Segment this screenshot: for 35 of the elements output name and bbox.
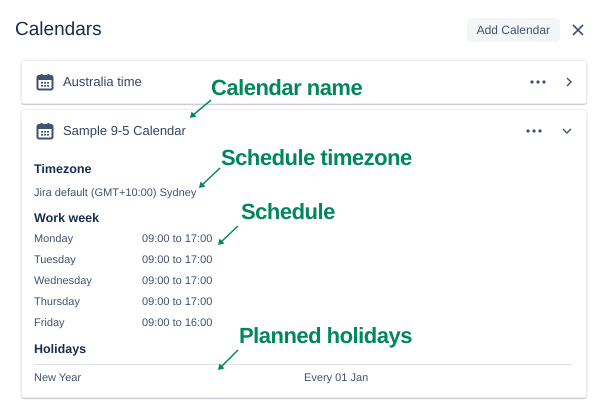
- calendar-name[interactable]: Australia time: [63, 72, 142, 92]
- hours-text: 09:00 to 16:00: [142, 316, 212, 332]
- chevron-right-icon[interactable]: [566, 77, 572, 87]
- holiday-name: New Year: [34, 370, 82, 386]
- hours-text: 09:00 to 17:00: [142, 253, 212, 268]
- chevron-down-icon[interactable]: [562, 128, 572, 134]
- section-heading: Timezone: [34, 161, 92, 178]
- calendar-icon: [36, 73, 54, 91]
- day-label: Friday: [34, 316, 66, 332]
- annotation-arrow: [218, 349, 239, 370]
- day-label: Monday: [34, 232, 74, 248]
- section-heading: Work week: [34, 210, 100, 228]
- more-icon[interactable]: [526, 129, 542, 133]
- annotation-label: Schedule timezone: [221, 144, 412, 172]
- annotation-label: Schedule: [241, 198, 335, 226]
- hours-text: 09:00 to 17:00: [142, 274, 212, 290]
- timezone-text: Jira default (GMT+10:00) Sydney: [34, 186, 196, 201]
- holiday-recurrence: Every 01 Jan: [304, 370, 368, 386]
- section-heading: Holidays: [34, 341, 86, 358]
- day-label: Wednesday: [34, 274, 93, 290]
- annotation-arrow: [190, 99, 212, 118]
- hours-text: 09:00 to 17:00: [142, 232, 212, 248]
- calendar-name[interactable]: Sample 9-5 Calendar: [63, 121, 186, 141]
- annotation-label: Planned holidays: [239, 322, 412, 350]
- more-icon[interactable]: [530, 80, 546, 84]
- close-icon[interactable]: [572, 24, 584, 36]
- dialog-title: Calendars: [15, 18, 102, 42]
- hours-text: 09:00 to 17:00: [142, 295, 212, 310]
- day-label: Tuesday: [34, 253, 77, 268]
- add-calendar-button[interactable]: Add Calendar: [466, 18, 560, 42]
- annotation-label: Calendar name: [211, 74, 362, 102]
- annotation-arrow: [218, 225, 239, 245]
- day-label: Thursday: [34, 295, 81, 310]
- annotation-arrow: [199, 167, 221, 188]
- calendar-icon: [36, 122, 54, 140]
